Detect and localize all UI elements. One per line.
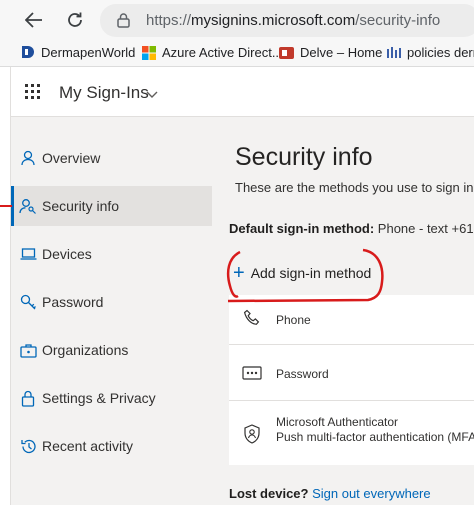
bookmark-policies[interactable]: policies derm (386, 45, 474, 60)
back-arrow-icon[interactable] (22, 8, 46, 32)
person-key-icon (19, 197, 37, 215)
sign-out-everywhere-link[interactable]: Sign out everywhere (312, 486, 431, 501)
address-bar[interactable]: https://mysignins.microsoft.com/security… (100, 4, 474, 37)
sidebar-item-organizations[interactable]: Organizations (11, 330, 213, 370)
sidebar-nav: Overview Security info Devices Password … (10, 117, 213, 505)
phone-icon (241, 307, 263, 329)
sidebar-item-devices[interactable]: Devices (11, 234, 213, 274)
authenticator-icon (241, 423, 263, 445)
microsoft-logo-icon (141, 45, 156, 60)
dermapen-logo-icon (20, 45, 35, 60)
app-launcher-icon[interactable] (25, 84, 41, 100)
laptop-icon (19, 245, 37, 263)
bookmark-azure[interactable]: Azure Active Direct... (141, 45, 283, 60)
reload-icon[interactable] (63, 8, 87, 32)
lock-icon[interactable] (117, 13, 130, 33)
bookmarks-bar: DermapenWorld Azure Active Direct... Del… (0, 41, 474, 67)
sidebar-item-settings-privacy[interactable]: Settings & Privacy (11, 378, 213, 418)
lost-device-line: Lost device? Sign out everywhere (229, 486, 431, 501)
chevron-down-icon[interactable] (146, 86, 158, 104)
password-dots-icon (241, 362, 263, 384)
annotation-arrow (0, 205, 12, 207)
app-title[interactable]: My Sign-Ins (59, 83, 149, 103)
method-row-phone[interactable]: Phone (229, 295, 474, 345)
sharepoint-logo-icon (386, 45, 401, 60)
briefcase-icon (19, 341, 37, 359)
page-title: Security info (235, 143, 373, 171)
office-logo-icon (279, 45, 294, 60)
app-header: My Sign-Ins (10, 67, 474, 117)
sidebar-item-recent-activity[interactable]: Recent activity (11, 426, 213, 466)
sidebar-item-security-info[interactable]: Security info (11, 186, 213, 226)
default-sign-in-method: Default sign-in method: Phone - text +61 (229, 221, 474, 236)
method-row-password[interactable]: Password (229, 345, 474, 401)
url-text: https://mysignins.microsoft.com/security… (146, 12, 441, 29)
plus-icon: + (233, 262, 245, 284)
lock-icon (19, 389, 37, 407)
add-sign-in-method-button[interactable]: + Add sign-in method (233, 263, 371, 283)
person-icon (19, 149, 37, 167)
page-subtitle: These are the methods you use to sign in (235, 180, 474, 195)
bookmark-dermapenworld[interactable]: DermapenWorld (20, 45, 135, 60)
method-row-authenticator[interactable]: Microsoft Authenticator Push multi-facto… (229, 401, 474, 465)
method-detail: Push multi-factor authentication (MFA) (276, 430, 474, 444)
sidebar-item-overview[interactable]: Overview (11, 138, 213, 178)
browser-toolbar: https://mysignins.microsoft.com/security… (0, 0, 474, 41)
sign-in-methods-list: Phone Password Microsoft Authenticator P… (229, 295, 474, 465)
history-icon (19, 437, 37, 455)
sidebar-item-password[interactable]: Password (11, 282, 213, 322)
key-icon (19, 293, 37, 311)
bookmark-delve[interactable]: Delve – Home (279, 45, 382, 60)
